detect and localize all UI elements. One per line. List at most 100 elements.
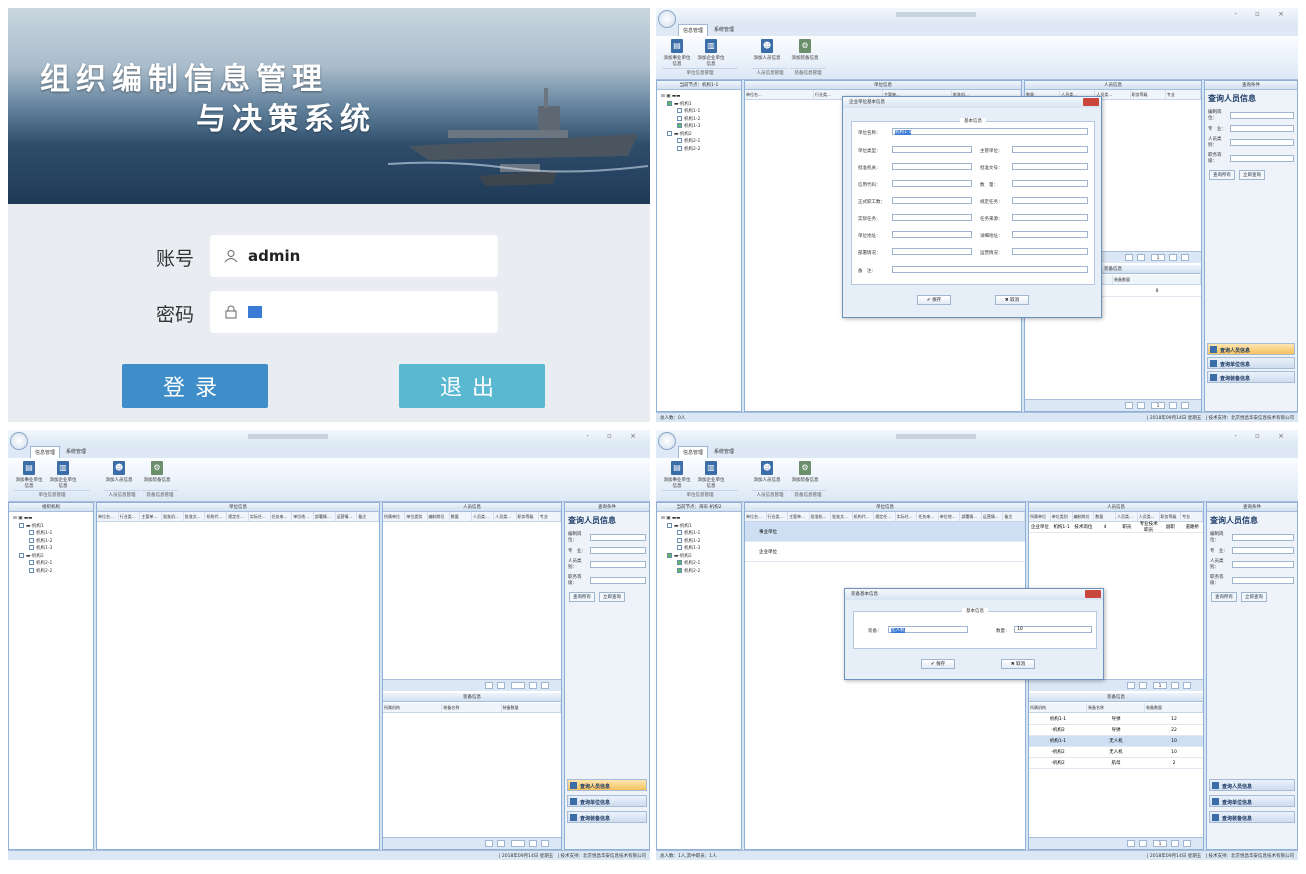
field-input[interactable]	[1012, 214, 1088, 221]
rank-select[interactable]	[1230, 154, 1294, 162]
next-page-icon[interactable]	[529, 840, 537, 847]
tree-node-1-2[interactable]: 机构1-2	[661, 537, 737, 546]
tree-node-1-2[interactable]: 机构1-2	[13, 537, 89, 546]
next-page-icon[interactable]	[1171, 840, 1179, 847]
tree-node-2-2[interactable]: 机构2-2	[661, 567, 737, 576]
col-header[interactable]: 规定任...	[227, 512, 249, 521]
password-field[interactable]	[210, 291, 498, 333]
col-header[interactable]: 所属单位	[383, 512, 406, 521]
page-number[interactable]: 1	[1153, 840, 1167, 847]
login-button[interactable]: 登录	[122, 364, 268, 408]
prev-page-icon[interactable]	[497, 682, 505, 689]
query-now-button[interactable]: 立即查询	[599, 592, 625, 602]
col-header[interactable]: 专业	[1166, 90, 1202, 99]
query-all-button[interactable]: 查询所有	[569, 592, 595, 602]
post-input[interactable]	[1232, 533, 1294, 541]
first-page-icon[interactable]	[1125, 254, 1133, 261]
col-header[interactable]: 装备名称	[1087, 703, 1145, 712]
checkbox-icon[interactable]	[19, 552, 24, 558]
last-page-icon[interactable]	[1183, 840, 1191, 847]
query-all-button[interactable]: 查询所有	[1209, 170, 1235, 180]
tree-node-2-1[interactable]: 机构2-1	[661, 560, 737, 568]
page-number[interactable]: 1	[1151, 402, 1165, 409]
last-page-icon[interactable]	[541, 840, 549, 847]
table-row[interactable]: 机构1-1 导弹 12	[1029, 714, 1203, 725]
tree-node-1[interactable]: ▬-机构1	[13, 522, 89, 531]
post-input[interactable]	[1230, 111, 1294, 119]
nav-query-equipment[interactable]: 查询装备信息	[1207, 371, 1295, 383]
tree-node-2[interactable]: ▬-机构2	[661, 552, 737, 561]
col-header[interactable]: 实际任...	[896, 512, 918, 521]
col-header[interactable]: 专业	[1181, 512, 1203, 521]
col-header[interactable]: 备注	[357, 512, 379, 521]
tree-node-1-1[interactable]: 机构1-1	[661, 108, 737, 116]
col-header[interactable]: 批准文...	[184, 512, 206, 521]
close-icon[interactable]	[1085, 590, 1101, 598]
major-input[interactable]	[1230, 125, 1294, 132]
rank-select[interactable]	[590, 576, 646, 584]
checkbox-icon[interactable]	[29, 560, 34, 565]
page-number[interactable]: 1	[1151, 254, 1165, 261]
table-row[interactable]: 企业单位 机构1-1 技术岗位 4 职员 专业技术职员 副职 道路桥	[1029, 522, 1203, 533]
field-input[interactable]	[1012, 197, 1088, 204]
col-header[interactable]: 批准机...	[810, 512, 832, 521]
next-page-icon[interactable]	[529, 682, 537, 689]
col-header[interactable]: 部署情...	[960, 512, 982, 521]
col-header[interactable]: 所属机构	[383, 703, 443, 712]
col-header[interactable]: 所属单位	[1029, 512, 1051, 521]
col-header[interactable]: 主管单...	[140, 512, 163, 521]
tree-node-1-1[interactable]: 机构1-1	[661, 530, 737, 538]
tab-system-management[interactable]: 系统管理	[62, 446, 90, 458]
cancel-button[interactable]: ✖ 取消	[1001, 659, 1035, 669]
checkbox-icon[interactable]	[677, 560, 682, 565]
checkbox-icon[interactable]	[667, 552, 672, 558]
table-row[interactable]: 机构1-1 无人机 10	[1029, 736, 1203, 747]
field-input[interactable]	[892, 163, 972, 170]
account-field[interactable]: admin	[210, 235, 498, 277]
page-number[interactable]	[511, 840, 525, 847]
last-page-icon[interactable]	[1183, 682, 1191, 689]
col-header[interactable]: 备注	[1003, 512, 1025, 521]
field-input[interactable]	[892, 180, 972, 187]
checkbox-icon[interactable]	[677, 108, 682, 113]
field-input[interactable]	[1012, 163, 1088, 170]
field-input[interactable]	[892, 197, 972, 204]
col-header[interactable]: 职务等级	[1160, 512, 1182, 521]
tree-node-1[interactable]: ▬-机构1	[661, 100, 737, 109]
window-controls[interactable]: - ▫ ×	[1234, 432, 1292, 440]
prev-page-icon[interactable]	[1137, 402, 1145, 409]
checkbox-icon[interactable]	[29, 537, 34, 543]
field-input[interactable]	[892, 214, 972, 221]
table-row[interactable]: -机构2 无人机 10	[1029, 747, 1203, 758]
add-public-unit-button[interactable]: ▤ 添加事业单位信息	[662, 461, 692, 489]
col-header[interactable]: 装备名称	[442, 703, 502, 712]
nav-query-person[interactable]: 查询人员信息	[1207, 343, 1295, 355]
checkbox-icon[interactable]	[677, 567, 682, 573]
tab-info-management[interactable]: 信息管理	[678, 446, 709, 458]
nav-query-unit[interactable]: 查询单位信息	[1209, 795, 1295, 807]
add-enterprise-unit-button[interactable]: ▥ 添加企业单位信息	[48, 461, 78, 489]
field-input[interactable]	[892, 146, 972, 153]
col-header[interactable]: 人员类...	[1116, 512, 1138, 521]
tree-root[interactable]: ⊟ ▣ ▬▬	[661, 515, 737, 523]
col-header[interactable]: 行业类...	[119, 512, 141, 521]
field-input[interactable]	[1012, 231, 1088, 238]
window-controls[interactable]: - ▫ ×	[1234, 10, 1292, 18]
checkbox-icon[interactable]	[19, 522, 24, 528]
col-header[interactable]: 单位地...	[292, 512, 314, 521]
add-person-button[interactable]: ☻ 添加人员信息	[752, 461, 782, 483]
tree-node-1-3[interactable]: 机构1-3	[13, 545, 89, 553]
checkbox-icon[interactable]	[677, 138, 682, 143]
checkbox-icon[interactable]	[667, 100, 672, 106]
next-page-icon[interactable]	[1171, 682, 1179, 689]
table-row[interactable]: 企业单位	[745, 542, 1025, 562]
qty-input[interactable]: 10	[1014, 626, 1092, 633]
category-select[interactable]	[590, 560, 646, 568]
col-header[interactable]: 专业	[539, 512, 561, 521]
col-header[interactable]: 人员类...	[1138, 512, 1160, 521]
col-header[interactable]: 编制岗位	[1073, 512, 1095, 521]
unit-name-input[interactable]: 机构1-1	[892, 128, 1088, 135]
add-person-button[interactable]: ☻ 添加人员信息	[752, 39, 782, 61]
nav-query-person[interactable]: 查询人员信息	[567, 779, 647, 791]
add-public-unit-button[interactable]: ▤ 添加事业单位信息	[14, 461, 44, 489]
